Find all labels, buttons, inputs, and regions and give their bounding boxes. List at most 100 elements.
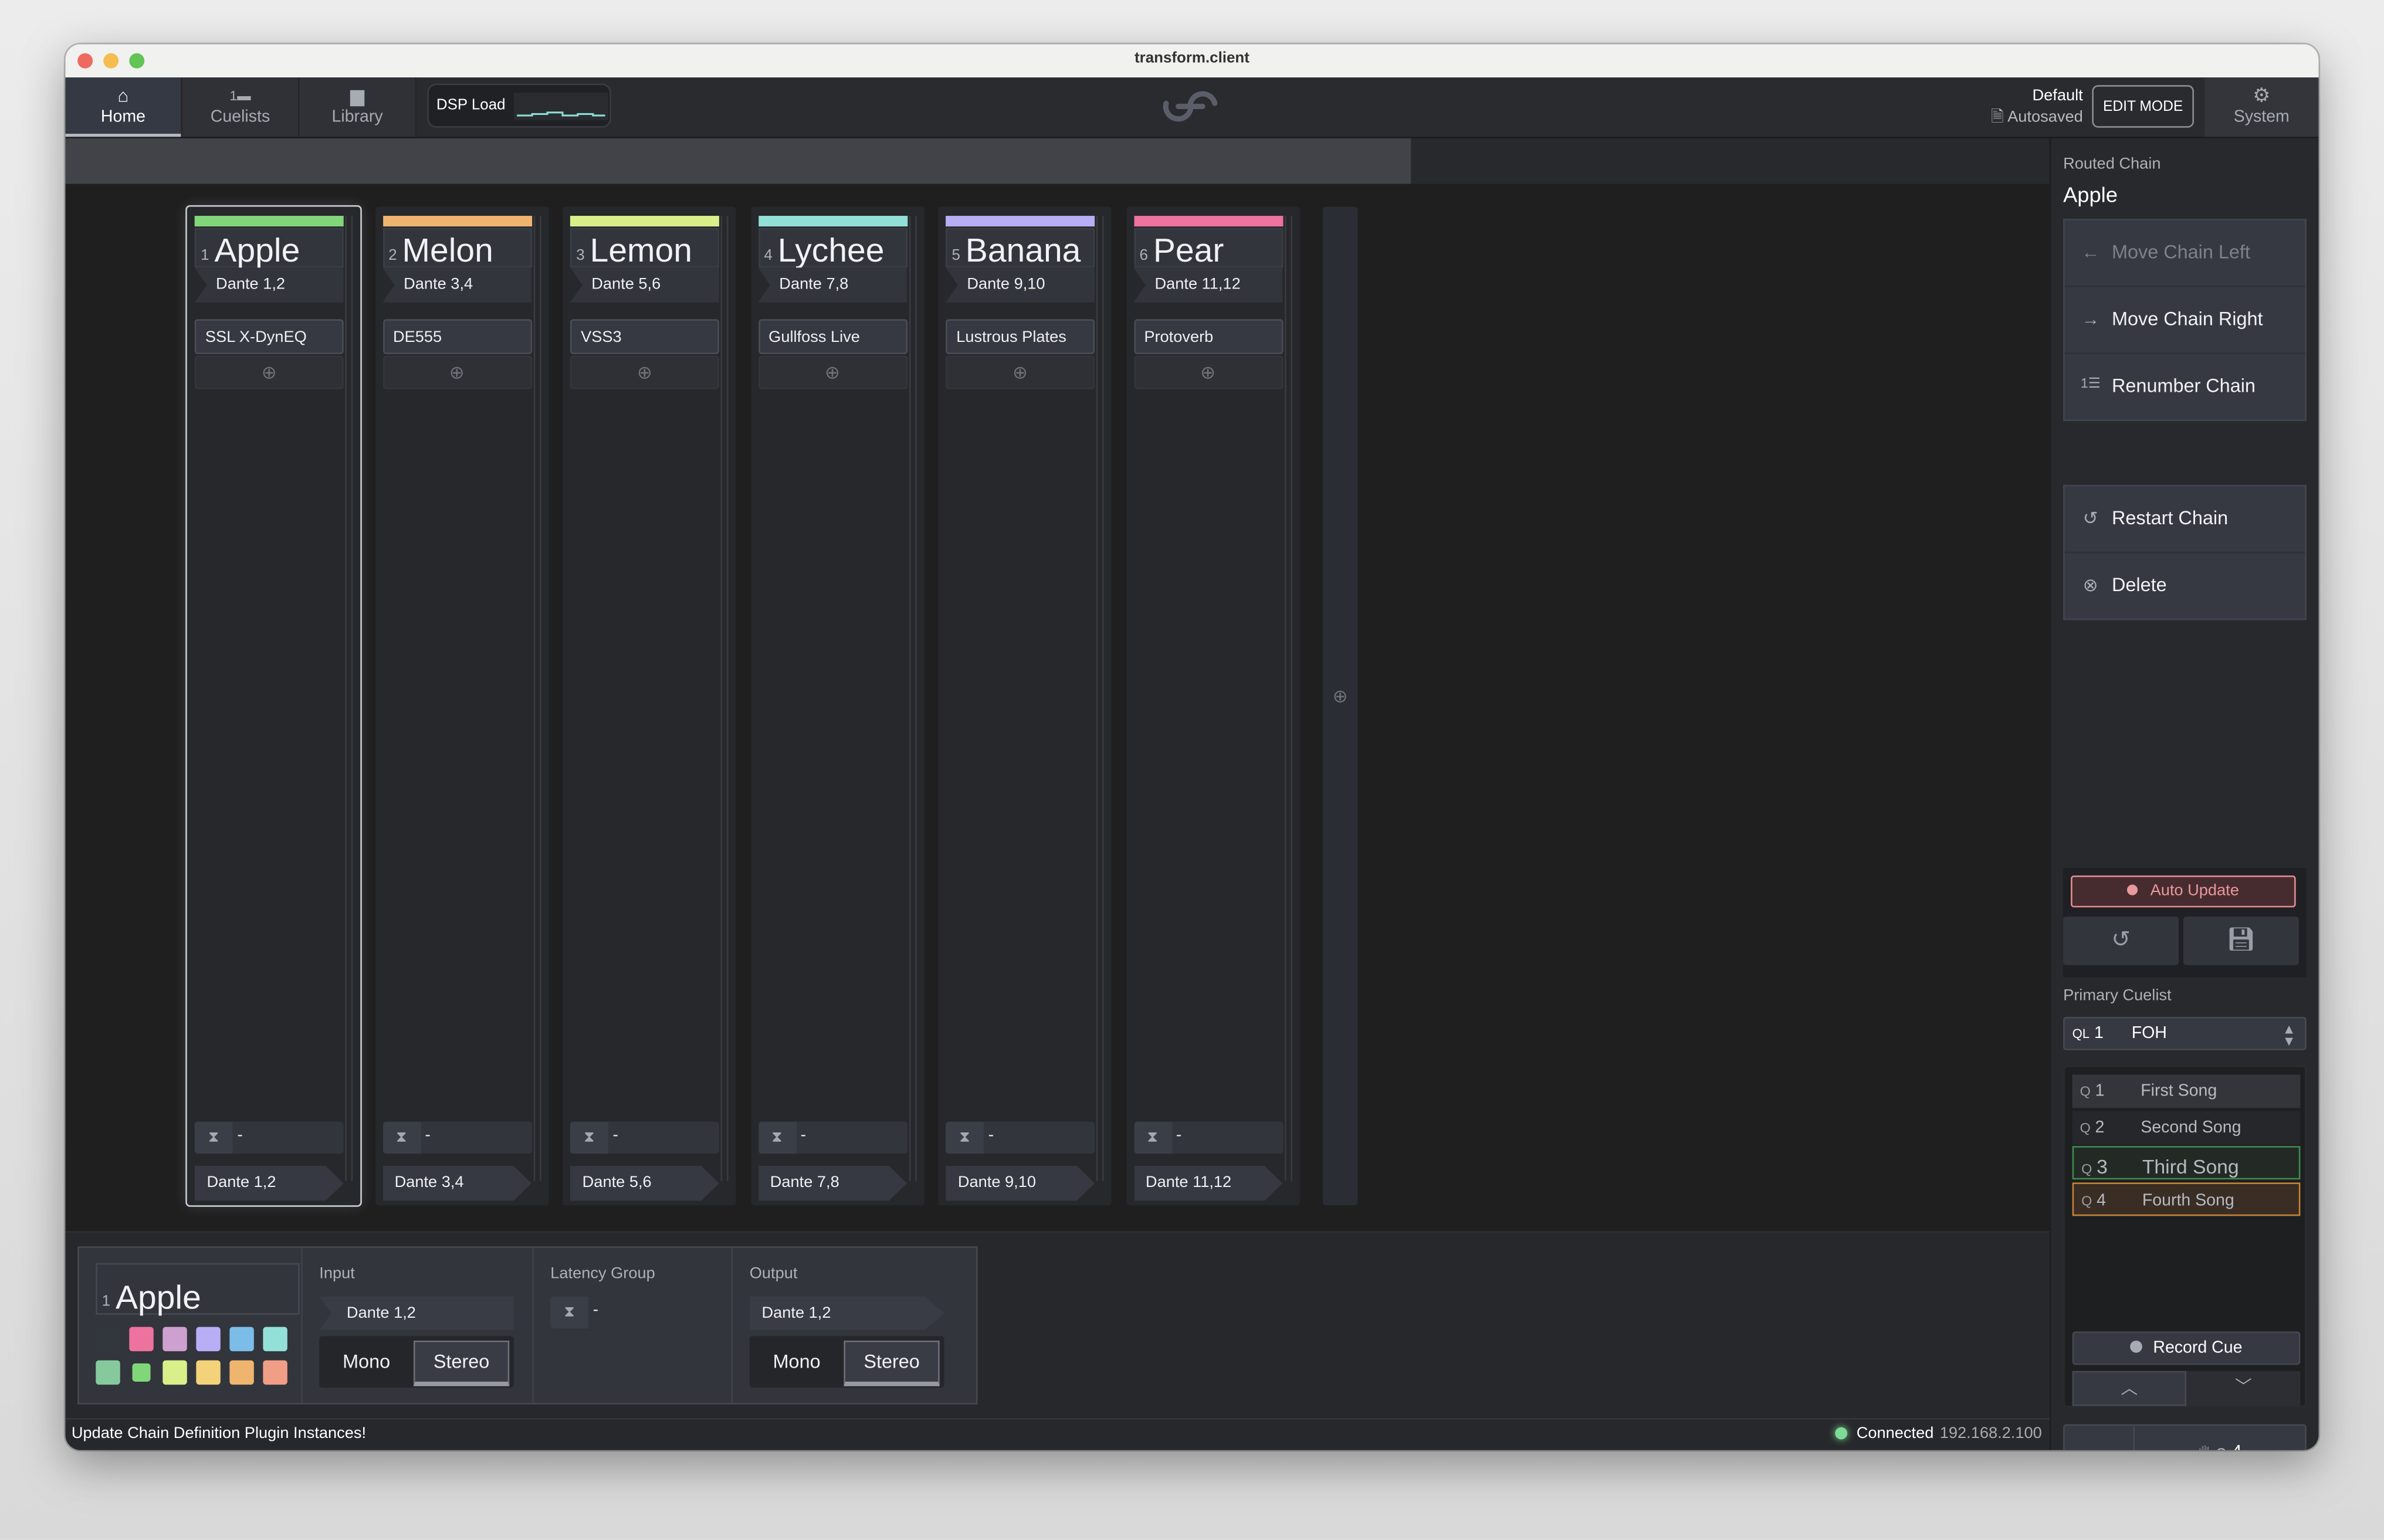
plugin-slot[interactable]: Gullfoss Live xyxy=(758,319,907,354)
chain-output-label: Dante 1,2 xyxy=(206,1173,276,1192)
nav-system[interactable]: ⚙ System xyxy=(2204,77,2319,137)
chain-name-block[interactable]: 1 Apple xyxy=(194,228,344,269)
chain-output-route[interactable]: Dante 7,8 xyxy=(758,1165,907,1201)
primary-cuelist-select[interactable]: QL 1 FOH ▲ ▼ xyxy=(2063,1016,2307,1050)
nav-cuelists[interactable]: 1▬ Cuelists xyxy=(182,77,300,137)
color-swatch[interactable] xyxy=(196,1327,221,1352)
chain-drag-handle[interactable] xyxy=(908,216,916,1181)
briefcase-icon: ▆ xyxy=(350,85,365,107)
add-chain-button[interactable]: ⊕ xyxy=(1322,206,1358,1206)
output-route-selector[interactable]: Dante 1,2 xyxy=(749,1296,944,1330)
color-swatch[interactable] xyxy=(96,1360,120,1385)
color-swatch[interactable] xyxy=(162,1360,187,1385)
renumber-chain-button[interactable]: 1☰ Renumber Chain xyxy=(2065,354,2305,419)
chain-output-route[interactable]: Dante 3,4 xyxy=(382,1165,531,1201)
chain-output-route[interactable]: Dante 9,10 xyxy=(946,1165,1095,1201)
cue-down-button[interactable]: ﹀ xyxy=(2186,1371,2301,1406)
output-stereo-option[interactable]: Stereo xyxy=(844,1340,940,1386)
color-swatch[interactable] xyxy=(263,1327,287,1352)
color-swatch[interactable] xyxy=(162,1327,187,1352)
plugin-slot[interactable]: DE555 xyxy=(382,319,531,354)
chain-latency-group[interactable]: ⧗ - xyxy=(946,1121,1095,1154)
go-back-button[interactable]: ← xyxy=(2065,1426,2135,1450)
cue-row[interactable]: Q2 Second Song xyxy=(2072,1110,2301,1144)
cue-row[interactable]: Q4 Fourth Song xyxy=(2072,1182,2301,1216)
nav-library[interactable]: ▆ Library xyxy=(299,77,417,137)
chain-name-block[interactable]: 2 Melon xyxy=(382,228,531,269)
chain-name-field[interactable]: 1 Apple xyxy=(96,1263,300,1316)
chain-input-route[interactable]: Dante 1,2 xyxy=(194,267,344,303)
chain-name-block[interactable]: 6 Pear xyxy=(1133,228,1283,269)
chain-drag-handle[interactable] xyxy=(345,216,353,1181)
chain-strip[interactable]: 3 Lemon Dante 5,6 VSS3 ⊕ ⧗ - Dante 5,6 xyxy=(562,206,736,1206)
chain-output-route[interactable]: Dante 11,12 xyxy=(1133,1165,1283,1201)
chain-output-route[interactable]: Dante 1,2 xyxy=(194,1165,344,1201)
latency-group-selector[interactable]: ⧗ - xyxy=(550,1296,663,1330)
chain-name-block[interactable]: 5 Banana xyxy=(946,228,1095,269)
arrow-right-icon: → xyxy=(2081,308,2100,330)
delete-chain-button[interactable]: ⊗ Delete xyxy=(2065,553,2305,618)
chain-input-label: Dante 5,6 xyxy=(591,275,661,294)
color-swatch[interactable] xyxy=(96,1327,120,1352)
chain-strip[interactable]: 6 Pear Dante 11,12 Protoverb ⊕ ⧗ - Dante… xyxy=(1126,206,1299,1206)
fire-cue-button[interactable]: 🔥︎ Q 4 xyxy=(2135,1426,2305,1450)
add-plugin-button[interactable]: ⊕ xyxy=(570,355,719,389)
chain-strip[interactable]: 5 Banana Dante 9,10 Lustrous Plates ⊕ ⧗ … xyxy=(938,206,1112,1206)
chain-drag-handle[interactable] xyxy=(1096,216,1104,1181)
record-dot-icon xyxy=(2127,884,2138,895)
color-swatch[interactable] xyxy=(229,1327,254,1352)
chain-strip[interactable]: 4 Lychee Dante 7,8 Gullfoss Live ⊕ ⧗ - D… xyxy=(750,206,924,1206)
nav-cuelists-label: Cuelists xyxy=(210,108,270,127)
input-mono-option[interactable]: Mono xyxy=(319,1336,414,1388)
add-plugin-button[interactable]: ⊕ xyxy=(946,355,1095,389)
chain-input-route[interactable]: Dante 9,10 xyxy=(946,267,1095,303)
chain-latency-group[interactable]: ⧗ - xyxy=(1133,1121,1283,1154)
color-swatch[interactable] xyxy=(229,1360,254,1385)
auto-update-toggle[interactable]: Auto Update xyxy=(2071,875,2296,908)
restart-chain-button[interactable]: ↺ Restart Chain xyxy=(2064,486,2305,554)
chain-input-route[interactable]: Dante 3,4 xyxy=(382,267,531,303)
plugin-slot[interactable]: Protoverb xyxy=(1133,319,1283,354)
add-plugin-button[interactable]: ⊕ xyxy=(382,355,531,389)
chain-drag-handle[interactable] xyxy=(533,216,541,1181)
chain-name-block[interactable]: 4 Lychee xyxy=(758,228,907,269)
plugin-slot[interactable]: SSL X-DynEQ xyxy=(194,319,344,354)
chain-latency-group[interactable]: ⧗ - xyxy=(758,1121,907,1154)
nav-home[interactable]: ⌂ Home xyxy=(65,77,183,137)
color-swatch[interactable] xyxy=(132,1363,151,1382)
revert-button[interactable]: ↺ xyxy=(2063,916,2179,965)
input-stereo-option[interactable]: Stereo xyxy=(413,1340,510,1386)
color-swatch[interactable] xyxy=(196,1360,221,1385)
chain-drag-handle[interactable] xyxy=(1284,216,1292,1181)
input-route-selector[interactable]: Dante 1,2 xyxy=(319,1296,514,1330)
cue-row[interactable]: Q3 Third Song xyxy=(2072,1146,2301,1180)
plugin-slot[interactable]: VSS3 xyxy=(570,319,719,354)
edit-mode-button[interactable]: EDIT MODE xyxy=(2092,85,2194,128)
output-mono-option[interactable]: Mono xyxy=(750,1336,844,1388)
cue-up-button[interactable]: ︿ xyxy=(2072,1371,2187,1406)
cue-row[interactable]: Q1 First Song xyxy=(2072,1074,2301,1108)
add-plugin-button[interactable]: ⊕ xyxy=(1133,355,1283,389)
chain-strip[interactable]: 1 Apple Dante 1,2 SSL X-DynEQ ⊕ ⧗ - Dant… xyxy=(185,205,362,1207)
move-chain-left-button[interactable]: ← Move Chain Left xyxy=(2064,221,2305,287)
chain-input-route[interactable]: Dante 11,12 xyxy=(1133,267,1283,303)
chain-input-route[interactable]: Dante 7,8 xyxy=(758,267,907,303)
add-plugin-button[interactable]: ⊕ xyxy=(194,355,344,389)
latency-value: - xyxy=(800,1126,807,1145)
add-plugin-button[interactable]: ⊕ xyxy=(758,355,907,389)
move-chain-right-button[interactable]: → Move Chain Right xyxy=(2064,287,2305,354)
chain-strip[interactable]: 2 Melon Dante 3,4 DE555 ⊕ ⧗ - Dante 3,4 xyxy=(374,206,548,1206)
chain-number: 1 xyxy=(101,1293,111,1311)
record-cue-button[interactable]: Record Cue xyxy=(2072,1331,2301,1365)
chain-latency-group[interactable]: ⧗ - xyxy=(194,1121,344,1154)
color-swatch[interactable] xyxy=(263,1360,287,1385)
color-swatch[interactable] xyxy=(129,1327,154,1352)
chain-output-route[interactable]: Dante 5,6 xyxy=(570,1165,719,1201)
save-button[interactable]: 💾︎ xyxy=(2183,916,2299,965)
chain-name-block[interactable]: 3 Lemon xyxy=(570,228,719,269)
chain-latency-group[interactable]: ⧗ - xyxy=(382,1121,531,1154)
chain-drag-handle[interactable] xyxy=(720,216,729,1181)
chain-input-route[interactable]: Dante 5,6 xyxy=(570,267,719,303)
chain-latency-group[interactable]: ⧗ - xyxy=(570,1121,719,1154)
plugin-slot[interactable]: Lustrous Plates xyxy=(946,319,1095,354)
